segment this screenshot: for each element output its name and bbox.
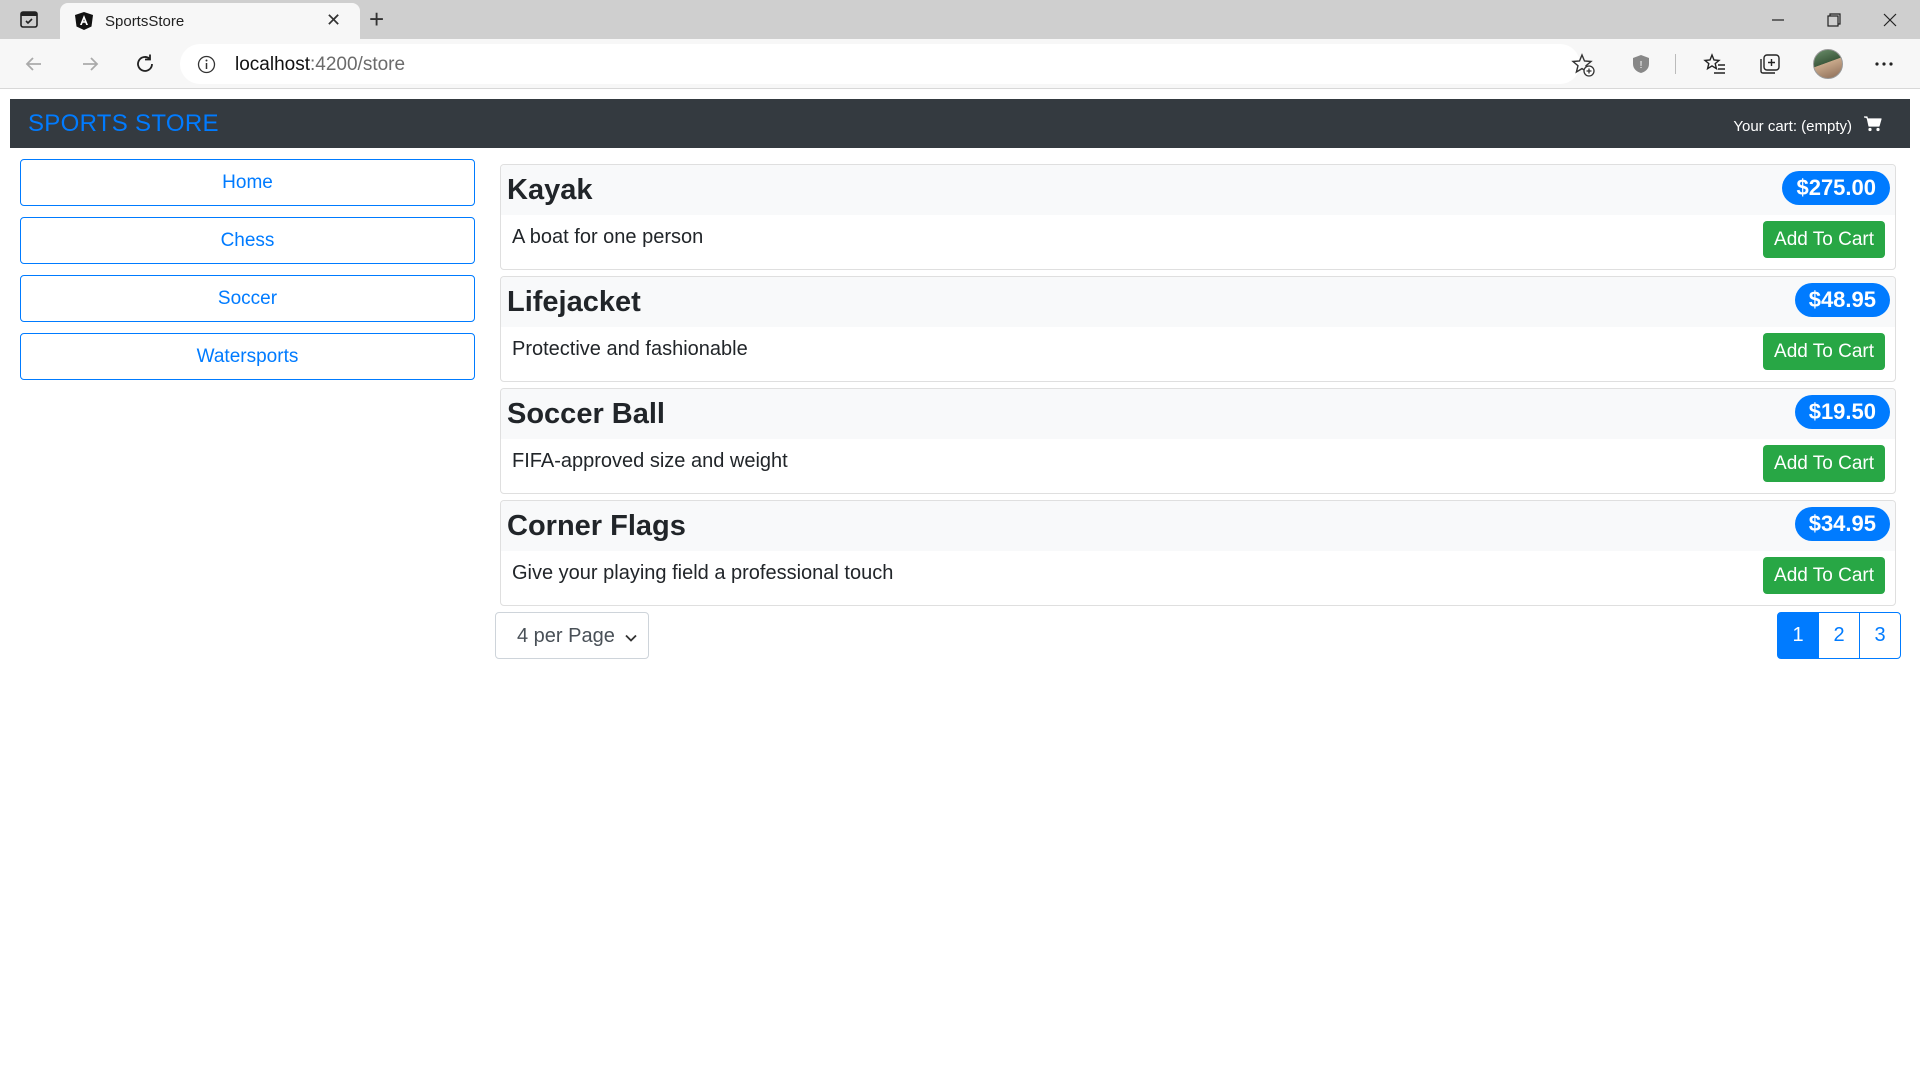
profile-avatar[interactable] (1813, 49, 1843, 79)
restore-icon[interactable] (1806, 0, 1862, 39)
product-card: Lifejacket $48.95 Protective and fashion… (500, 276, 1896, 382)
url-host: localhost (235, 54, 310, 75)
add-favorite-icon[interactable] (1570, 52, 1596, 78)
url-text: localhost:4200/store (235, 54, 405, 76)
reload-icon[interactable] (131, 50, 159, 78)
tab-actions-icon[interactable] (18, 9, 42, 31)
browser-toolbar: localhost:4200/store ! (0, 39, 1920, 89)
close-window-icon[interactable] (1862, 0, 1918, 39)
product-name: Lifejacket (507, 286, 641, 318)
product-name: Corner Flags (507, 510, 686, 542)
product-name: Kayak (507, 174, 593, 206)
pagination: 1 2 3 (1777, 612, 1901, 659)
info-icon[interactable] (197, 55, 216, 74)
category-button-watersports[interactable]: Watersports (20, 333, 475, 380)
browser-tab[interactable]: SportsStore ✕ (60, 3, 360, 39)
product-price-badge: $275.00 (1782, 171, 1890, 205)
category-button-soccer[interactable]: Soccer (20, 275, 475, 322)
brand-title[interactable]: SPORTS STORE (28, 110, 219, 138)
product-name: Soccer Ball (507, 398, 665, 430)
page-button-1[interactable]: 1 (1777, 612, 1819, 659)
product-card-header: Kayak $275.00 (501, 165, 1895, 215)
collections-icon[interactable] (1756, 50, 1784, 78)
product-description: FIFA-approved size and weight (512, 450, 788, 472)
tab-title: SportsStore (105, 13, 185, 30)
cart-summary-text: Your cart: (empty) (1733, 117, 1852, 135)
forward-icon[interactable] (76, 50, 104, 78)
close-tab-icon[interactable]: ✕ (326, 11, 341, 29)
chevron-down-icon (624, 628, 638, 642)
favorites-icon[interactable] (1701, 50, 1729, 78)
product-list: Kayak $275.00 A boat for one person Add … (500, 164, 1896, 612)
add-to-cart-button[interactable]: Add To Cart (1763, 221, 1885, 258)
more-icon[interactable] (1870, 50, 1898, 78)
angular-favicon (74, 11, 94, 31)
url-path: :4200/store (310, 54, 406, 75)
back-icon[interactable] (20, 50, 48, 78)
new-tab-icon[interactable]: + (369, 6, 384, 32)
add-to-cart-button[interactable]: Add To Cart (1763, 557, 1885, 594)
per-page-value: 4 per Page (517, 625, 615, 647)
product-description: A boat for one person (512, 226, 704, 248)
product-description: Give your playing field a professional t… (512, 562, 894, 584)
address-bar[interactable]: localhost:4200/store (180, 44, 1595, 84)
add-to-cart-button[interactable]: Add To Cart (1763, 445, 1885, 482)
product-card-header: Lifejacket $48.95 (501, 277, 1895, 327)
product-card-header: Soccer Ball $19.50 (501, 389, 1895, 439)
add-to-cart-button[interactable]: Add To Cart (1763, 333, 1885, 370)
category-button-chess[interactable]: Chess (20, 217, 475, 264)
product-price-badge: $48.95 (1794, 283, 1890, 317)
product-card: Corner Flags $34.95 Give your playing fi… (500, 500, 1896, 606)
shopping-cart-icon[interactable] (1864, 116, 1882, 136)
product-description: Protective and fashionable (512, 338, 748, 360)
store-navbar: SPORTS STORE Your cart: (empty) (10, 99, 1910, 148)
toolbar-separator (1675, 54, 1676, 74)
browser-tab-bar: SportsStore ✕ + (0, 0, 1920, 39)
product-price-badge: $19.50 (1794, 395, 1890, 429)
minimize-icon[interactable] (1750, 0, 1806, 39)
product-card: Kayak $275.00 A boat for one person Add … (500, 164, 1896, 270)
page-content: SPORTS STORE Your cart: (empty) Home Che… (0, 90, 1920, 1078)
category-button-home[interactable]: Home (20, 159, 475, 206)
product-card: Soccer Ball $19.50 FIFA-approved size an… (500, 388, 1896, 494)
category-sidebar: Home Chess Soccer Watersports (20, 159, 475, 391)
per-page-select[interactable]: 4 per Page (495, 612, 649, 659)
page-button-3[interactable]: 3 (1859, 612, 1901, 659)
product-card-header: Corner Flags $34.95 (501, 501, 1895, 551)
shield-icon[interactable]: ! (1627, 50, 1655, 78)
pagination-row: 4 per Page 1 2 3 (495, 612, 1901, 660)
svg-text:!: ! (1640, 60, 1643, 71)
product-price-badge: $34.95 (1794, 507, 1890, 541)
page-button-2[interactable]: 2 (1818, 612, 1860, 659)
cart-summary[interactable]: Your cart: (empty) (1733, 116, 1882, 136)
